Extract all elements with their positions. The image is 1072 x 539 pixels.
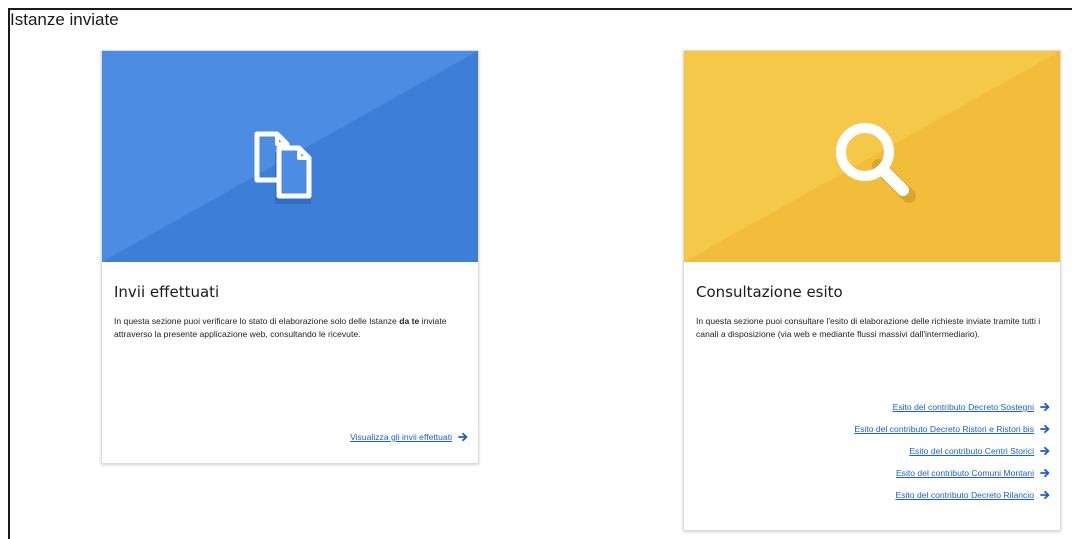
search-icon [836,122,916,203]
description-text: In questa sezione puoi verificare lo sta… [114,316,400,326]
documents-icon [254,131,312,204]
card-hero-yellow [684,51,1060,262]
link-label[interactable]: Esito del contributo Decreto Sostegni [893,402,1034,412]
card-description: In questa sezione puoi verificare lo sta… [114,315,470,340]
card-hero-blue [102,51,478,262]
arrow-right-icon [1040,402,1050,412]
card-links: Esito del contributo Decreto Sostegni Es… [854,402,1050,500]
arrow-right-icon [1040,424,1050,434]
card-links: Visualizza gli invii effettuati [350,432,468,442]
card-consultazione-esito: Consultazione esito In questa sezione pu… [683,50,1061,531]
card-description: In questa sezione puoi consultare l'esit… [696,316,1041,339]
arrow-right-icon [1040,490,1050,500]
link-label[interactable]: Esito del contributo Centri Storici [909,446,1034,456]
link-label[interactable]: Esito del contributo Decreto Rilancio [895,490,1034,500]
link-esito-centri-storici[interactable]: Esito del contributo Centri Storici [909,446,1050,456]
card-title: Consultazione esito [696,283,843,301]
arrow-right-icon [1040,468,1050,478]
description-bold: da te [399,316,420,326]
link-label[interactable]: Esito del contributo Comuni Montani [896,468,1034,478]
link-esito-decreto-ristori[interactable]: Esito del contributo Decreto Ristori e R… [854,424,1050,434]
arrow-right-icon [1040,446,1050,456]
link-esito-decreto-rilancio[interactable]: Esito del contributo Decreto Rilancio [895,490,1050,500]
link-label[interactable]: Esito del contributo Decreto Ristori e R… [854,424,1034,434]
card-invii-effettuati: Invii effettuati In questa sezione puoi … [101,50,479,464]
link-visualizza-invii[interactable]: Visualizza gli invii effettuati [350,432,468,442]
link-esito-comuni-montani[interactable]: Esito del contributo Comuni Montani [896,468,1050,478]
arrow-right-icon [458,432,468,442]
link-label[interactable]: Visualizza gli invii effettuati [350,432,452,442]
card-title: Invii effettuati [114,283,220,301]
page-title: Istanze inviate [10,10,119,29]
link-esito-decreto-sostegni[interactable]: Esito del contributo Decreto Sostegni [893,402,1050,412]
